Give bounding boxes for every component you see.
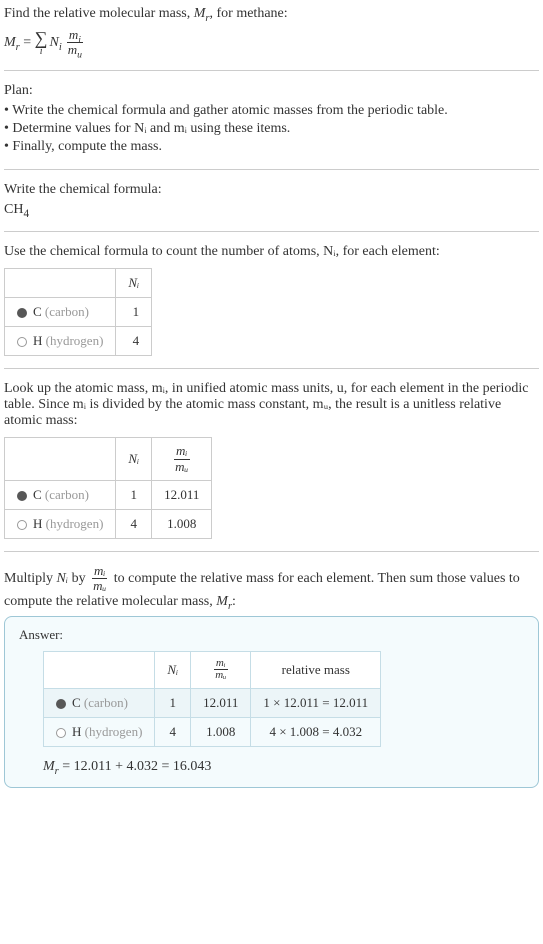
col-rel: relative mass [251,651,381,688]
col-frac: mᵢ mᵤ [152,438,212,481]
col-frac: mᵢ mᵤ [191,651,251,688]
table-row: C (carbon) 1 12.011 [5,480,212,509]
final-text: Multiply Nᵢ by mᵢ mᵤ to compute the rela… [4,564,539,610]
table-row: H (hydrogen) 4 [5,327,152,356]
element-dot-icon [17,520,27,530]
element-dot-icon [17,308,27,318]
plan-item: Finally, compute the mass. [4,139,539,155]
plan-section: Plan: Write the chemical formula and gat… [4,83,539,170]
col-ni: Nᵢ [116,269,152,298]
chem-title: Write the chemical formula: [4,182,539,198]
intro-section: Find the relative molecular mass, Mr, fo… [4,6,539,71]
plan-item: Determine values for Nᵢ and mᵢ using the… [4,121,539,137]
intro-post: , for methane: [210,6,288,21]
table-row: H (hydrogen) 4 1.008 [5,509,212,538]
chem-formula: CH4 [4,202,539,220]
element-dot-icon [56,728,66,738]
table-row: C (carbon) 1 12.011 1 × 12.011 = 12.011 [44,688,381,717]
chemical-formula-section: Write the chemical formula: CH4 [4,182,539,233]
result-line: Mr = 12.011 + 4.032 = 16.043 [43,759,524,775]
table-row: C (carbon) 1 [5,298,152,327]
element-dot-icon [56,699,66,709]
answer-panel: Answer: Nᵢ mᵢ mᵤ relative mass [4,616,539,788]
mass-title: Look up the atomic mass, mᵢ, in unified … [4,381,539,429]
mass-table: Nᵢ mᵢ mᵤ C (carbon) 1 12.011 H (hydrogen… [4,437,212,539]
intro-line: Find the relative molecular mass, Mr, fo… [4,6,539,22]
answer-label: Answer: [19,627,524,643]
col-ni: Nᵢ [116,438,152,481]
intro-pre: Find the relative molecular mass, [4,6,194,21]
formula-block: Mr = ∑ i Ni mi mu [4,28,539,58]
count-table: Nᵢ C (carbon) 1 H (hydrogen) 4 [4,268,152,356]
element-dot-icon [17,491,27,501]
count-title: Use the chemical formula to count the nu… [4,244,539,260]
element-dot-icon [17,337,27,347]
mass-section: Look up the atomic mass, mᵢ, in unified … [4,381,539,552]
table-row: H (hydrogen) 4 1.008 4 × 1.008 = 4.032 [44,717,381,746]
answer-table: Nᵢ mᵢ mᵤ relative mass C (carbon) 1 [43,651,381,747]
col-ni: Nᵢ [155,651,191,688]
sum-icon: ∑ i [35,29,48,57]
final-section: Multiply Nᵢ by mᵢ mᵤ to compute the rela… [4,564,539,800]
count-section: Use the chemical formula to count the nu… [4,244,539,369]
plan-title: Plan: [4,83,539,99]
plan-item: Write the chemical formula and gather at… [4,103,539,119]
